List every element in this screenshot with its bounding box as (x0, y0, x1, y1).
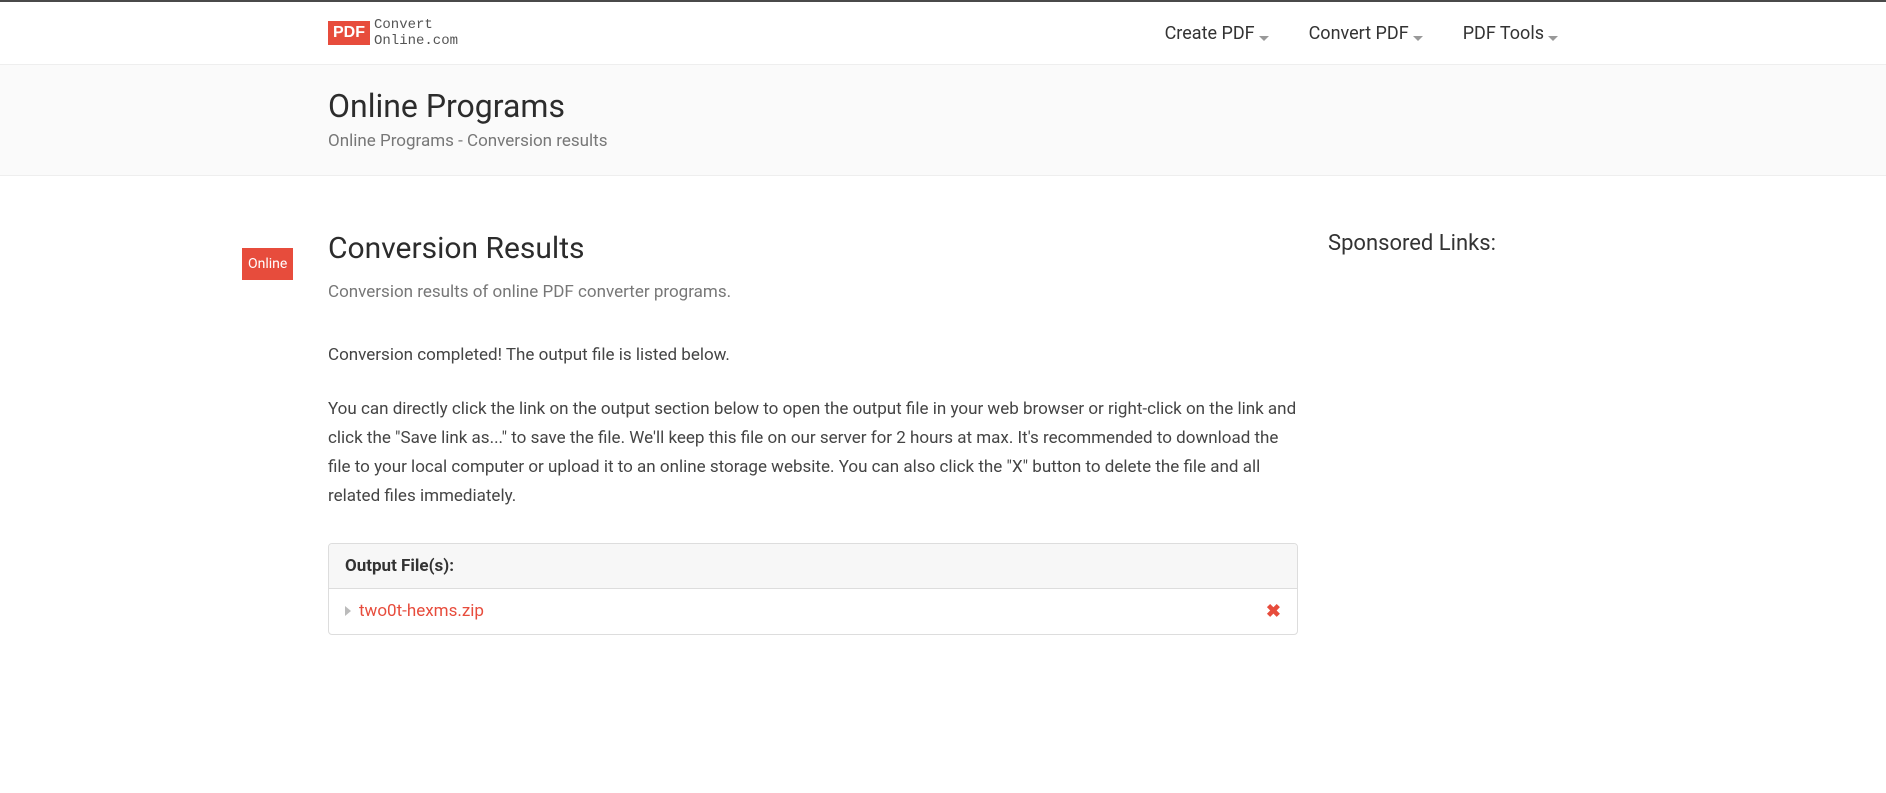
content-wrapper: Online Conversion Results Conversion res… (328, 176, 1558, 635)
main-content: Conversion Results Conversion results of… (328, 231, 1298, 635)
output-panel-header: Output File(s): (329, 544, 1297, 589)
output-file: two0t-hexms.zip (345, 601, 484, 621)
chevron-down-icon (1548, 28, 1558, 38)
nav-convert-pdf[interactable]: Convert PDF (1309, 23, 1423, 44)
file-link[interactable]: two0t-hexms.zip (359, 601, 484, 621)
page-header-section: Online Programs Online Programs - Conver… (0, 64, 1886, 176)
sponsored-heading: Sponsored Links: (1328, 231, 1558, 256)
nav-label: Convert PDF (1309, 23, 1409, 44)
nav-create-pdf[interactable]: Create PDF (1165, 23, 1269, 44)
sidebar: Sponsored Links: (1328, 231, 1558, 635)
page-subtitle: Online Programs - Conversion results (328, 131, 1558, 151)
logo[interactable]: PDF Convert Online.com (328, 17, 458, 49)
page-title: Online Programs (328, 87, 1558, 125)
chevron-right-icon (345, 606, 353, 616)
nav-pdf-tools[interactable]: PDF Tools (1463, 23, 1558, 44)
logo-line1: Convert (374, 17, 458, 33)
logo-badge: PDF (328, 21, 370, 45)
delete-icon[interactable]: ✖ (1266, 601, 1281, 622)
logo-line2: Online.com (374, 33, 458, 49)
output-panel: Output File(s): two0t-hexms.zip ✖ (328, 543, 1298, 635)
completion-text: Conversion completed! The output file is… (328, 342, 1298, 369)
section-heading: Conversion Results (328, 231, 1298, 266)
main-nav: Create PDF Convert PDF PDF Tools (1165, 23, 1558, 44)
chevron-down-icon (1259, 28, 1269, 38)
instruction-text: You can directly click the link on the o… (328, 395, 1298, 511)
output-row: two0t-hexms.zip ✖ (329, 589, 1297, 634)
logo-text: Convert Online.com (374, 17, 458, 49)
nav-label: PDF Tools (1463, 23, 1544, 44)
chevron-down-icon (1413, 28, 1423, 38)
section-subtext: Conversion results of online PDF convert… (328, 282, 1298, 302)
nav-label: Create PDF (1165, 23, 1255, 44)
header: PDF Convert Online.com Create PDF Conver… (328, 2, 1558, 64)
online-badge: Online (242, 248, 293, 280)
